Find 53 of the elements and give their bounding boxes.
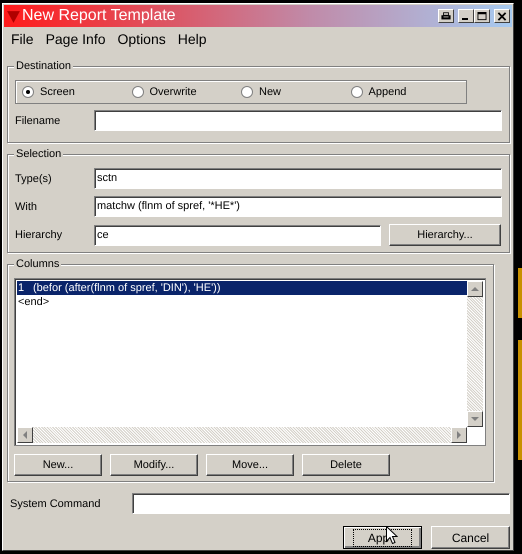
menu-item[interactable]: Help	[178, 31, 207, 47]
input-field[interactable]	[94, 110, 502, 131]
field-label: Hierarchy	[15, 229, 64, 241]
radio-label: Append	[368, 86, 406, 98]
vertical-scrollbar[interactable]	[467, 281, 483, 427]
radio-button[interactable]	[241, 86, 253, 98]
cancel-button[interactable]: Cancel	[431, 526, 510, 549]
input-field[interactable]: sctn	[94, 168, 502, 189]
list-row[interactable]: <end>	[17, 295, 467, 309]
radio-label: Screen	[40, 86, 75, 98]
hierarchy-button[interactable]: Hierarchy...	[389, 224, 501, 246]
radio-button[interactable]	[22, 86, 34, 98]
print-button[interactable]	[438, 9, 454, 23]
scroll-right-button[interactable]	[451, 427, 467, 443]
down-arrow-icon	[471, 417, 479, 421]
field-label: Type(s)	[15, 172, 53, 184]
left-arrow-icon	[23, 431, 27, 439]
close-button[interactable]	[494, 9, 510, 23]
menu-item[interactable]: File	[11, 31, 34, 47]
list-action-button[interactable]: New...	[14, 454, 102, 476]
minimize-button[interactable]	[458, 9, 474, 23]
group-title: Selection	[14, 148, 64, 160]
group-title: Destination	[14, 60, 74, 72]
list-action-button[interactable]: Delete	[302, 454, 390, 476]
input-field[interactable]: ce	[94, 224, 381, 246]
input-field[interactable]: matchw (flnm of spref, '*HE*')	[94, 196, 502, 217]
field-label: With	[15, 200, 38, 212]
up-arrow-icon	[471, 287, 479, 291]
triangle-icon	[6, 8, 21, 24]
field-label: Filename	[15, 114, 62, 126]
horizontal-scrollbar[interactable]	[17, 427, 467, 443]
menu-item[interactable]: Page Info	[46, 31, 106, 47]
close-icon	[497, 12, 507, 20]
list-action-button[interactable]: Modify...	[110, 454, 198, 476]
scroll-up-button[interactable]	[467, 281, 483, 297]
maximize-icon	[477, 12, 487, 20]
radio-button[interactable]	[132, 86, 144, 98]
printer-icon	[441, 12, 451, 20]
list-row[interactable]: 1 (befor (after(flnm of spref, 'DIN'), 'HE'))	[17, 281, 467, 295]
scroll-down-button[interactable]	[467, 411, 483, 427]
list-action-button[interactable]: Move...	[206, 454, 294, 476]
input-field[interactable]	[132, 493, 510, 514]
radio-button[interactable]	[350, 86, 362, 98]
maximize-button[interactable]	[474, 9, 490, 23]
window-title: New Report Template	[22, 7, 176, 25]
right-arrow-icon	[457, 431, 461, 439]
scroll-left-button[interactable]	[17, 427, 33, 443]
radio-label: New	[259, 86, 282, 98]
minimize-icon	[462, 18, 468, 20]
menu-item[interactable]: Options	[118, 31, 166, 47]
group-title: Columns	[14, 258, 62, 270]
radio-label: Overwrite	[150, 86, 197, 98]
field-label: System Command	[10, 498, 102, 510]
